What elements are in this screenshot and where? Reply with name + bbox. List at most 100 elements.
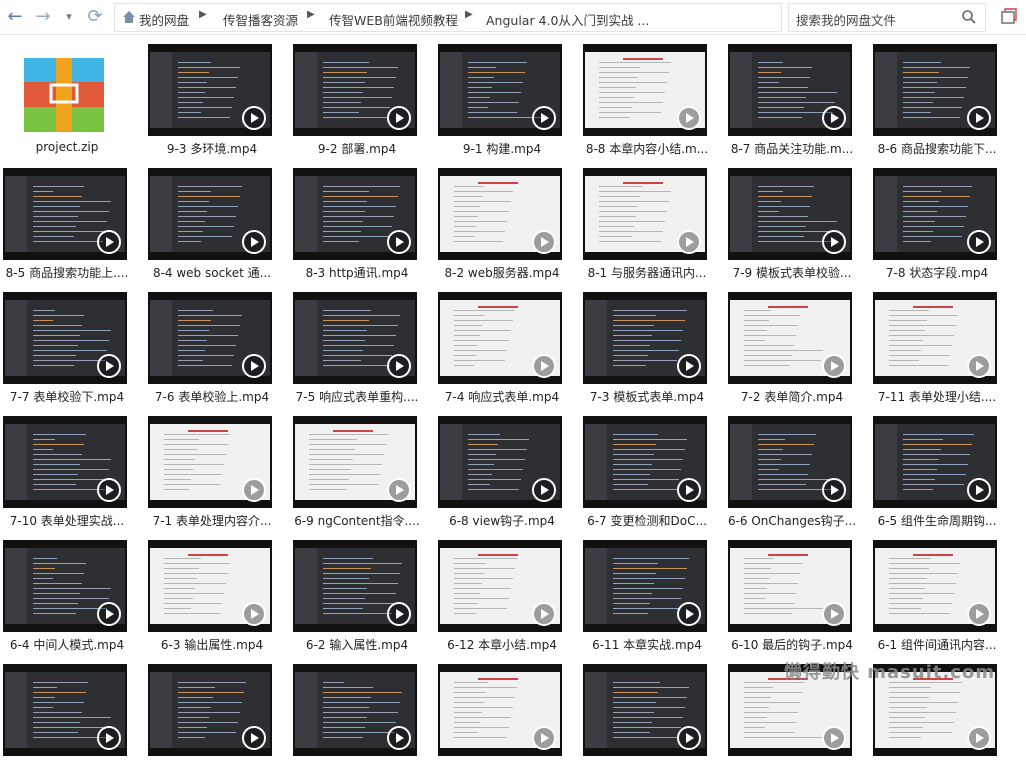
play-icon[interactable]	[532, 230, 556, 254]
play-icon[interactable]	[242, 478, 266, 502]
file-item[interactable]: project.zip	[0, 44, 140, 162]
video-thumbnail[interactable]	[583, 44, 707, 136]
play-icon[interactable]	[967, 230, 991, 254]
file-item[interactable]: 8-3 http通讯.mp4	[290, 168, 430, 286]
video-thumbnail[interactable]	[583, 292, 707, 384]
play-icon[interactable]	[967, 602, 991, 626]
file-item[interactable]: 7-9 模板式表单校验...	[725, 168, 865, 286]
video-thumbnail[interactable]	[3, 416, 127, 508]
file-item[interactable]: 8-5 商品搜索功能上....	[0, 168, 140, 286]
play-icon[interactable]	[242, 726, 266, 750]
search-icon[interactable]	[961, 9, 977, 25]
play-icon[interactable]	[677, 478, 701, 502]
file-item[interactable]: 8-4 web socket 通...	[145, 168, 285, 286]
file-item[interactable]: 6-9 ngContent指令....	[290, 416, 430, 534]
file-item[interactable]: 8-8 本章内容小结.m...	[580, 44, 720, 162]
play-icon[interactable]	[97, 478, 121, 502]
file-item[interactable]: 7-6 表单校验上.mp4	[145, 292, 285, 410]
video-thumbnail[interactable]	[3, 664, 127, 756]
home-icon[interactable]	[121, 9, 137, 25]
file-item[interactable]: 8-6 商品搜索功能下...	[870, 44, 1010, 162]
play-icon[interactable]	[967, 354, 991, 378]
play-icon[interactable]	[532, 106, 556, 130]
play-icon[interactable]	[822, 478, 846, 502]
file-item[interactable]: 7-8 状态字段.mp4	[870, 168, 1010, 286]
file-item[interactable]: 6-7 变更检测和DoC...	[580, 416, 720, 534]
video-thumbnail[interactable]	[438, 664, 562, 756]
breadcrumb-item-my-disk[interactable]: 我的网盘	[139, 10, 189, 29]
file-item[interactable]: 7-10 表单处理实战...	[0, 416, 140, 534]
file-item[interactable]: 6-12 本章小结.mp4	[435, 540, 575, 658]
play-icon[interactable]	[387, 602, 411, 626]
file-item[interactable]: 6-1 组件间通讯内容...	[870, 540, 1010, 658]
play-icon[interactable]	[822, 106, 846, 130]
play-icon[interactable]	[677, 354, 701, 378]
video-thumbnail[interactable]	[873, 44, 997, 136]
video-thumbnail[interactable]	[438, 540, 562, 632]
play-icon[interactable]	[97, 726, 121, 750]
search-input[interactable]: 搜索我的网盘文件	[796, 10, 896, 29]
play-icon[interactable]	[677, 230, 701, 254]
video-thumbnail[interactable]	[293, 292, 417, 384]
play-icon[interactable]	[387, 354, 411, 378]
file-item[interactable]: 7-11 表单处理小结....	[870, 292, 1010, 410]
play-icon[interactable]	[242, 354, 266, 378]
play-icon[interactable]	[97, 354, 121, 378]
play-icon[interactable]	[822, 726, 846, 750]
back-arrow-icon[interactable]: ←	[4, 6, 26, 28]
play-icon[interactable]	[387, 230, 411, 254]
file-item[interactable]: 8-1 与服务器通讯内...	[580, 168, 720, 286]
play-icon[interactable]	[387, 726, 411, 750]
video-thumbnail[interactable]	[438, 416, 562, 508]
video-thumbnail[interactable]	[873, 416, 997, 508]
file-item[interactable]	[145, 664, 285, 782]
breadcrumb-item-angular[interactable]: Angular 4.0从入门到实战 ...	[486, 10, 649, 29]
file-item[interactable]: 7-3 模板式表单.mp4	[580, 292, 720, 410]
video-thumbnail[interactable]	[293, 664, 417, 756]
video-thumbnail[interactable]	[3, 540, 127, 632]
play-icon[interactable]	[242, 602, 266, 626]
video-thumbnail[interactable]	[293, 168, 417, 260]
file-item[interactable]: 6-8 view钩子.mp4	[435, 416, 575, 534]
play-icon[interactable]	[242, 230, 266, 254]
play-icon[interactable]	[387, 106, 411, 130]
video-thumbnail[interactable]	[148, 292, 272, 384]
file-item[interactable]	[0, 664, 140, 782]
video-thumbnail[interactable]	[293, 44, 417, 136]
video-thumbnail[interactable]	[583, 540, 707, 632]
video-thumbnail[interactable]	[728, 416, 852, 508]
video-thumbnail[interactable]	[148, 168, 272, 260]
refresh-icon[interactable]: ⟳	[84, 6, 106, 28]
history-dropdown-icon[interactable]: ▾	[58, 6, 80, 28]
video-thumbnail[interactable]	[728, 292, 852, 384]
search-box[interactable]: 搜索我的网盘文件	[788, 3, 986, 32]
file-item[interactable]: 6-11 本章实战.mp4	[580, 540, 720, 658]
file-item[interactable]: 6-5 组件生命周期钩...	[870, 416, 1010, 534]
play-icon[interactable]	[532, 602, 556, 626]
video-thumbnail[interactable]	[873, 540, 997, 632]
video-thumbnail[interactable]	[583, 416, 707, 508]
file-item[interactable]: 6-4 中间人模式.mp4	[0, 540, 140, 658]
video-thumbnail[interactable]	[873, 168, 997, 260]
play-icon[interactable]	[822, 230, 846, 254]
video-thumbnail[interactable]	[293, 416, 417, 508]
file-item[interactable]: 7-1 表单处理内容介...	[145, 416, 285, 534]
play-icon[interactable]	[242, 106, 266, 130]
play-icon[interactable]	[967, 726, 991, 750]
file-item[interactable]: 6-6 OnChanges钩子...	[725, 416, 865, 534]
file-item[interactable]	[290, 664, 430, 782]
play-icon[interactable]	[97, 602, 121, 626]
file-item[interactable]: 9-2 部署.mp4	[290, 44, 430, 162]
video-thumbnail[interactable]	[438, 44, 562, 136]
video-thumbnail[interactable]	[728, 540, 852, 632]
video-thumbnail[interactable]	[293, 540, 417, 632]
video-thumbnail[interactable]	[438, 292, 562, 384]
video-thumbnail[interactable]	[148, 416, 272, 508]
play-icon[interactable]	[677, 602, 701, 626]
file-item[interactable]: 8-2 web服务器.mp4	[435, 168, 575, 286]
file-item[interactable]: 6-3 输出属性.mp4	[145, 540, 285, 658]
play-icon[interactable]	[532, 726, 556, 750]
breadcrumb-item-resources[interactable]: 传智播客资源	[223, 10, 298, 29]
video-thumbnail[interactable]	[728, 44, 852, 136]
file-item[interactable]	[435, 664, 575, 782]
